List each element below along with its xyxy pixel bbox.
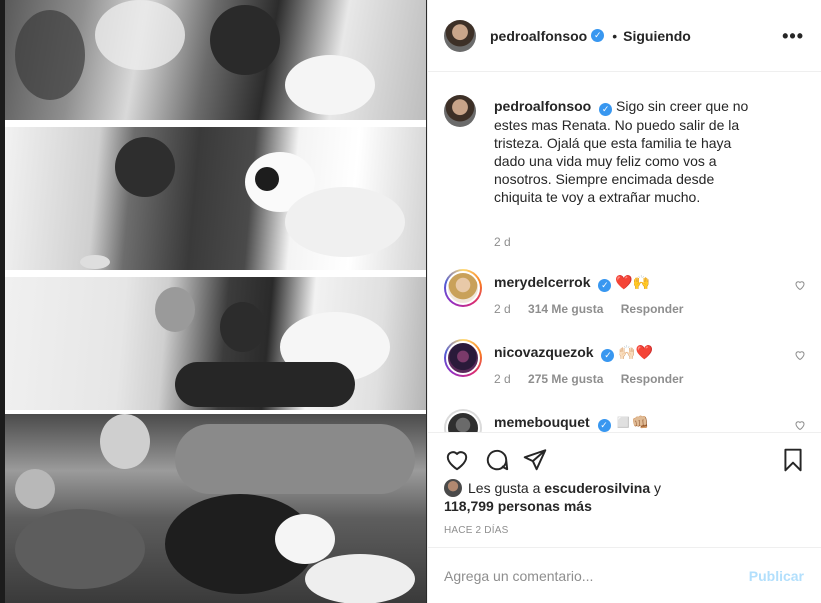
comment-username[interactable]: nicovazquezok xyxy=(494,344,594,360)
author-username[interactable]: pedroalfonsoo xyxy=(490,28,587,44)
caption-username[interactable]: pedroalfonsoo xyxy=(494,98,591,114)
comment-likes[interactable]: 275 Me gusta xyxy=(528,372,603,386)
reply-button[interactable]: Responder xyxy=(621,302,684,316)
comment-time[interactable]: 2 d xyxy=(494,372,511,386)
likes-prefix: Les gusta a xyxy=(468,480,541,496)
likes-count[interactable]: 118,799 personas más xyxy=(444,498,592,514)
post-photo-collage[interactable] xyxy=(0,0,427,603)
avatar[interactable] xyxy=(444,19,476,52)
add-comment-input[interactable]: Agrega un comentario... xyxy=(444,568,593,584)
instagram-post: pedroalfonsoo ✓ • Siguiendo ••• pedroalf… xyxy=(0,0,821,603)
post-time-ago[interactable]: HACE 2 DÍAS xyxy=(444,525,508,536)
comment-username[interactable]: memebouquet xyxy=(494,414,590,430)
comment-icon[interactable] xyxy=(484,447,510,473)
more-options-icon[interactable]: ••• xyxy=(782,26,804,47)
comment-text: 🙌🏻❤️ xyxy=(618,344,654,360)
comment-like-icon[interactable] xyxy=(794,419,806,431)
add-comment-bar: Agrega un comentario... Publicar xyxy=(428,547,821,603)
post-actions: Les gusta a escuderosilvina y 118,799 pe… xyxy=(428,432,821,547)
verified-badge-icon: ✓ xyxy=(591,29,605,42)
likes-summary: Les gusta a escuderosilvina y 118,799 pe… xyxy=(444,479,744,515)
publish-button[interactable]: Publicar xyxy=(749,568,804,584)
likes-conj: y xyxy=(654,480,661,496)
comment-text: ◻️👊🏼 xyxy=(614,414,650,430)
verified-badge-icon: ✓ xyxy=(601,349,615,362)
post-header: pedroalfonsoo ✓ • Siguiendo ••• xyxy=(428,0,821,72)
comment-item: memebouquet ✓ ◻️👊🏼 xyxy=(444,409,806,432)
separator-dot: • xyxy=(612,27,618,44)
following-button[interactable]: Siguiendo xyxy=(623,28,691,44)
verified-badge-icon: ✓ xyxy=(597,419,611,432)
comment-text: ❤️🙌 xyxy=(615,274,651,290)
heart-icon[interactable] xyxy=(444,447,470,473)
comment-like-icon[interactable] xyxy=(794,279,806,291)
caption-time[interactable]: 2 d xyxy=(494,235,511,249)
comment-item: merydelcerrok ✓ ❤️🙌 2 d 314 Me gusta Res… xyxy=(444,269,806,329)
comments-list[interactable]: pedroalfonsoo ✓ Sigo sin creer que no es… xyxy=(428,73,821,432)
photo-divider xyxy=(5,270,426,277)
photo-panel-3 xyxy=(5,277,426,410)
liker-avatar[interactable] xyxy=(444,479,462,497)
caption-body: Sigo sin creer que no estes mas Renata. … xyxy=(494,98,749,205)
avatar[interactable] xyxy=(444,269,482,307)
comment-likes[interactable]: 314 Me gusta xyxy=(528,302,603,316)
avatar[interactable] xyxy=(444,409,482,432)
comment-username[interactable]: merydelcerrok xyxy=(494,274,591,290)
post-side-panel: pedroalfonsoo ✓ • Siguiendo ••• pedroalf… xyxy=(427,0,821,603)
photo-divider xyxy=(5,120,426,127)
comment-time[interactable]: 2 d xyxy=(494,302,511,316)
caption-text: pedroalfonsoo ✓ Sigo sin creer que no es… xyxy=(494,97,754,206)
liker-username[interactable]: escuderosilvina xyxy=(544,480,650,496)
reply-button[interactable]: Responder xyxy=(621,372,684,386)
bookmark-icon[interactable] xyxy=(780,447,806,473)
avatar[interactable] xyxy=(444,339,482,377)
photo-panel-2 xyxy=(5,127,426,270)
send-icon[interactable] xyxy=(522,447,548,473)
avatar[interactable] xyxy=(444,95,476,127)
verified-badge-icon: ✓ xyxy=(598,279,612,292)
comment-item: nicovazquezok ✓ 🙌🏻❤️ 2 d 275 Me gusta Re… xyxy=(444,339,806,399)
comment-like-icon[interactable] xyxy=(794,349,806,361)
photo-panel-1 xyxy=(5,0,426,120)
verified-badge-icon: ✓ xyxy=(599,103,613,116)
photo-panel-4 xyxy=(5,414,426,603)
